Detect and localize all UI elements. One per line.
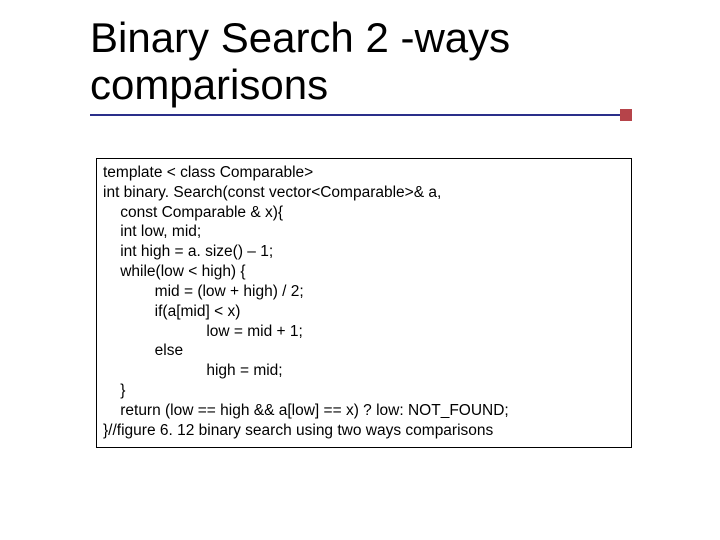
corner-square-icon — [620, 109, 632, 121]
code-line: if(a[mid] < x) — [103, 303, 240, 320]
title-underline — [90, 114, 630, 116]
title-block: Binary Search 2 -ways comparisons — [90, 14, 650, 116]
code-line: const Comparable & x){ — [103, 204, 283, 221]
code-line: }//figure 6. 12 binary search using two … — [103, 422, 493, 439]
code-line: else — [103, 342, 183, 359]
code-line: low = mid + 1; — [103, 323, 303, 340]
code-line: while(low < high) { — [103, 263, 246, 280]
code-line: int binary. Search(const vector<Comparab… — [103, 184, 441, 201]
code-line: } — [103, 382, 125, 399]
code-line: template < class Comparable> — [103, 164, 313, 181]
code-line: return (low == high && a[low] == x) ? lo… — [103, 402, 509, 419]
slide: Binary Search 2 -ways comparisons templa… — [0, 0, 720, 540]
code-line: mid = (low + high) / 2; — [103, 283, 304, 300]
code-line: int low, mid; — [103, 223, 201, 240]
code-line: high = mid; — [103, 362, 283, 379]
code-line: int high = a. size() – 1; — [103, 243, 273, 260]
code-box: template < class Comparable> int binary.… — [96, 158, 632, 448]
slide-title: Binary Search 2 -ways comparisons — [90, 14, 650, 108]
